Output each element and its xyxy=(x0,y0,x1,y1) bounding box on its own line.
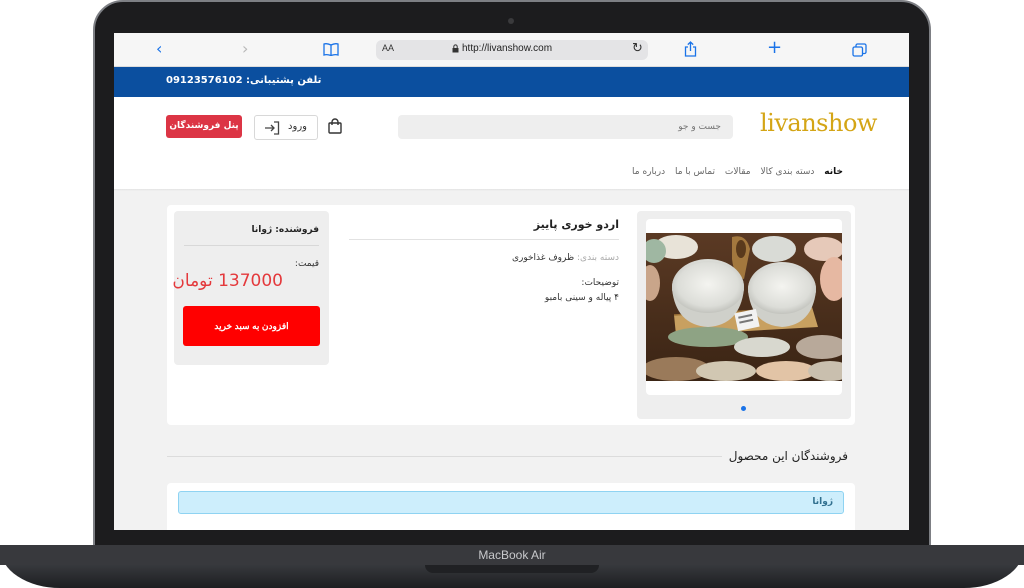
seller-item[interactable]: ژوانا xyxy=(178,491,844,514)
add-to-cart-button[interactable]: افزودن به سبد خرید xyxy=(183,306,320,346)
sellers-section-title: فروشندگان این محصول xyxy=(728,449,848,463)
main-nav: خانه دسته بندی کالا مقالات تماس با ما در… xyxy=(625,167,843,177)
chevron-left-icon[interactable]: ‹ xyxy=(156,39,162,59)
seller-name: فروشنده: ژوانا xyxy=(251,225,319,235)
product-title: اردو خوری پاییز xyxy=(533,218,619,231)
url-text: http://livanshow.com xyxy=(462,43,553,54)
carousel-dot[interactable] xyxy=(741,406,746,411)
shopping-bag-icon[interactable] xyxy=(327,118,343,134)
seller-item-name: ژوانا xyxy=(812,497,833,507)
site-header: livanshow ورود پنل فروشندگان خانه دسته ب… xyxy=(114,97,909,189)
tabs-icon[interactable] xyxy=(852,43,867,57)
login-label: ورود xyxy=(288,121,307,132)
product-image[interactable] xyxy=(646,219,842,395)
camera-icon xyxy=(508,18,514,24)
description-value: ۴ پیاله و سینی بامبو xyxy=(544,293,619,303)
description-label: توضیحات: xyxy=(581,278,619,288)
reload-icon[interactable]: ↻ xyxy=(632,41,643,56)
share-icon[interactable] xyxy=(684,41,697,57)
sellers-divider xyxy=(167,456,722,457)
device-label: MacBook Air xyxy=(478,548,546,562)
support-bar: تلفن پشتیبانی: 09123576102 xyxy=(114,67,909,97)
nav-item-home[interactable]: خانه xyxy=(824,167,843,177)
plus-icon[interactable]: + xyxy=(767,38,782,58)
price-value: 137000 تومان xyxy=(172,271,283,291)
seller-panel-button[interactable]: پنل فروشندگان xyxy=(166,115,242,138)
stage: MacBook Air ‹ › AA http://livanshow.com … xyxy=(0,0,1024,588)
title-divider xyxy=(349,239,619,240)
product-category: دسته بندی: ظروف غذاخوری xyxy=(512,253,619,263)
price-label: قیمت: xyxy=(294,259,319,269)
category-value[interactable]: ظروف غذاخوری xyxy=(512,253,574,263)
purchase-box: فروشنده: ژوانا قیمت: 137000 تومان افزودن… xyxy=(172,211,329,365)
browser-toolbar: ‹ › AA http://livanshow.com ↻ + xyxy=(114,33,909,67)
nav-item-articles[interactable]: مقالات xyxy=(725,167,751,177)
login-button[interactable]: ورود xyxy=(254,115,318,140)
chevron-right-icon[interactable]: › xyxy=(242,39,248,59)
nav-item-contact[interactable]: تماس با ما xyxy=(675,167,715,177)
search-input[interactable] xyxy=(398,115,733,139)
product-photo xyxy=(646,233,842,381)
site-logo[interactable]: livanshow xyxy=(760,109,877,137)
text-size-button[interactable]: AA xyxy=(382,43,394,53)
lock-icon xyxy=(452,44,459,53)
sellers-list: ژوانا xyxy=(167,483,855,530)
address-bar[interactable]: AA http://livanshow.com ↻ xyxy=(376,40,648,60)
product-card: اردو خوری پاییز دسته بندی: ظروف غذاخوری … xyxy=(167,205,855,425)
product-gallery xyxy=(637,211,851,419)
purchase-divider xyxy=(184,245,319,246)
laptop-notch xyxy=(425,565,599,573)
book-icon[interactable] xyxy=(323,43,339,56)
header-divider xyxy=(114,189,909,191)
login-icon xyxy=(265,121,280,135)
browser-screen: ‹ › AA http://livanshow.com ↻ + تلفن پشت… xyxy=(114,33,909,530)
category-label: دسته بندی: xyxy=(577,253,619,263)
nav-item-categories[interactable]: دسته بندی کالا xyxy=(760,167,814,177)
nav-item-about[interactable]: درباره ما xyxy=(632,167,665,177)
support-phone: تلفن پشتیبانی: 09123576102 xyxy=(166,75,322,86)
